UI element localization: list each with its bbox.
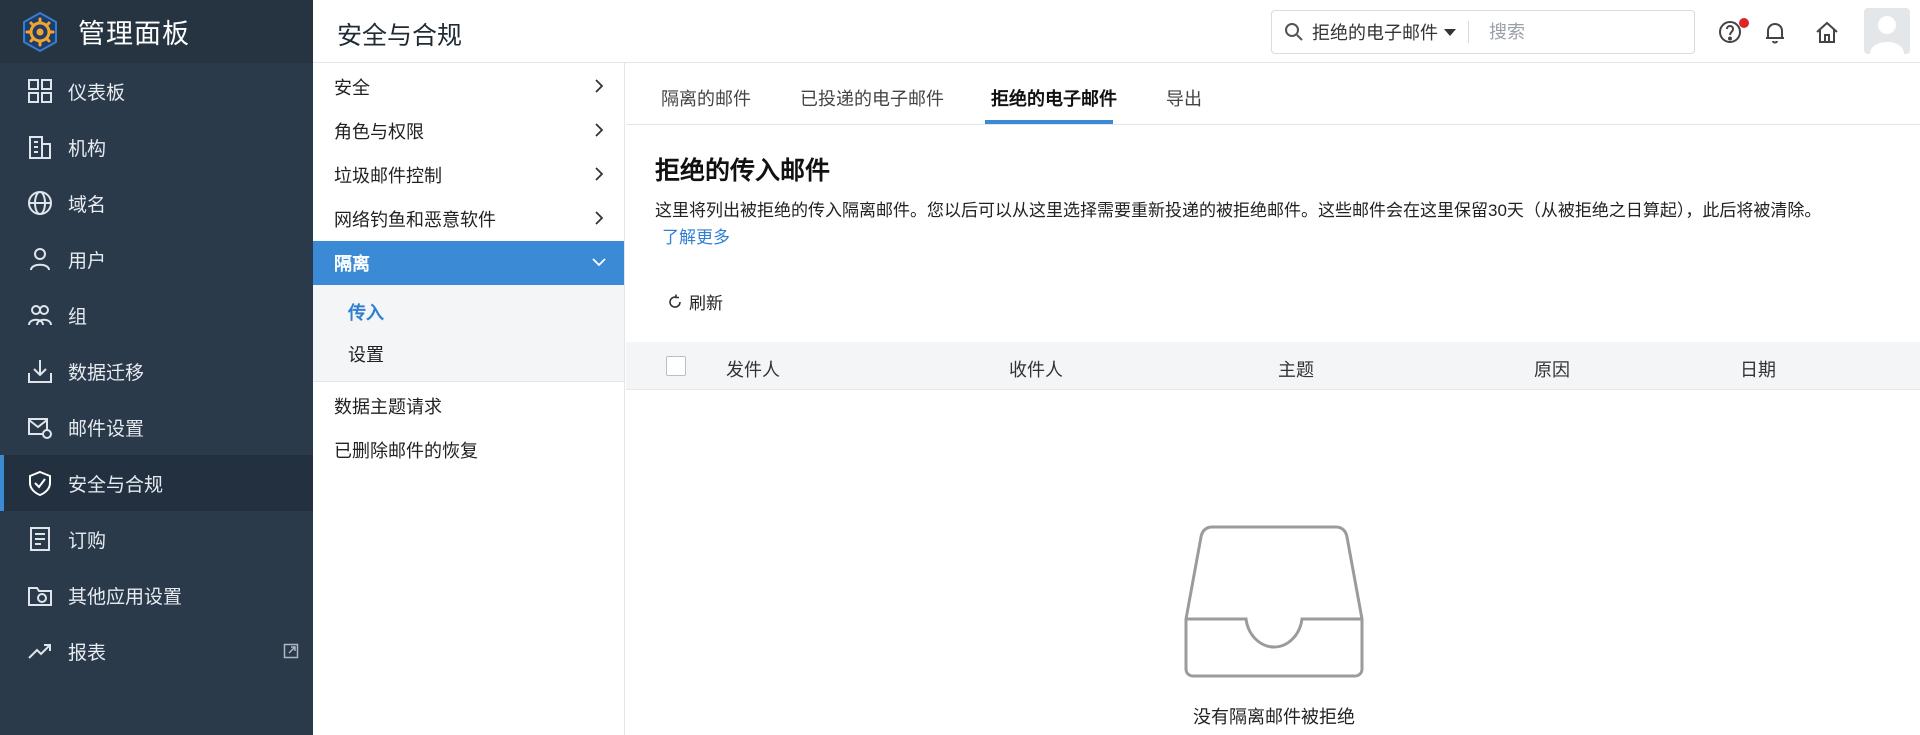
submenu-item-deleted-mail-recovery[interactable]: 已删除邮件的恢复 [313,428,624,472]
sidebar-item-label: 机构 [68,138,107,160]
sidebar-item-label: 用户 [68,250,107,272]
sidebar-item-label: 组 [68,306,88,328]
sidebar: 管理面板 仪表板 机构 域名 用户 组 数据迁移 邮件设置 安全与合规 订购 其… [0,0,313,735]
table-header: 发件人 收件人 主题 原因 日期 [626,342,1920,390]
search-icon [1285,23,1303,41]
app-title: 管理面板 [78,19,190,49]
submenu-item-label: 网络钓鱼和恶意软件 [334,210,496,230]
mail-gear-icon [26,413,54,441]
sidebar-item-label: 邮件设置 [68,418,145,440]
refresh-icon [669,294,681,308]
tab-quarantined-mail[interactable]: 隔离的邮件 [661,85,751,111]
sidebar-item-mail-settings[interactable]: 邮件设置 [0,399,313,455]
external-link-icon[interactable] [283,643,299,659]
sidebar-item-label: 其他应用设置 [68,586,183,608]
sidebar-item-label: 报表 [68,642,107,664]
column-header-sender[interactable]: 发件人 [726,356,780,382]
tab-bar: 隔离的邮件 已投递的电子邮件 拒绝的电子邮件 导出 [626,63,1920,125]
group-icon [26,301,54,329]
refresh-label: 刷新 [689,294,723,313]
column-header-date[interactable]: 日期 [1740,356,1776,382]
sidebar-item-label: 仪表板 [68,82,126,104]
subscription-icon [26,525,54,553]
notification-dot [1739,18,1749,28]
sidebar-item-label: 域名 [68,194,107,216]
chevron-right-icon [595,79,604,93]
column-header-reason[interactable]: 原因 [1534,356,1570,382]
tab-delivered-mail[interactable]: 已投递的电子邮件 [800,85,944,111]
empty-state-text: 没有隔离邮件被拒绝 [1193,707,1355,727]
section-description: 这里将列出被拒绝的传入隔离邮件。您以后可以从这里选择需要重新投递的被拒绝邮件。这… [655,197,1915,251]
tab-export[interactable]: 导出 [1166,85,1202,111]
bell-icon[interactable] [1761,18,1789,46]
search-scope-select[interactable]: 拒绝的电子邮件 [1312,19,1438,45]
submenu-item-data-subject-requests[interactable]: 数据主题请求 [313,384,624,428]
dashboard-icon [26,77,54,105]
sidebar-item-label: 订购 [68,530,107,552]
page-title: 安全与合规 [337,22,463,50]
submenu-child-incoming[interactable]: 传入 [313,291,624,333]
quarantine-children: 传入 设置 [313,285,624,382]
submenu-child-settings[interactable]: 设置 [313,333,624,375]
sidebar-item-data-migration[interactable]: 数据迁移 [0,343,313,399]
user-avatar-icon [1870,16,1904,54]
sidebar-item-organization[interactable]: 机构 [0,119,313,175]
sidebar-item-groups[interactable]: 组 [0,287,313,343]
user-icon [26,245,54,273]
chevron-down-icon[interactable] [1444,28,1456,36]
submenu-item-roles-permissions[interactable]: 角色与权限 [313,109,624,153]
submenu-item-security[interactable]: 安全 [313,65,624,109]
folder-gear-icon [26,581,54,609]
divider [1468,21,1469,43]
admin-logo-icon [23,11,57,52]
submenu-item-label: 垃圾邮件控制 [334,166,442,186]
chevron-right-icon [595,211,604,225]
sidebar-item-users[interactable]: 用户 [0,231,313,287]
description-text: 这里将列出被拒绝的传入隔离邮件。您以后可以从这里选择需要重新投递的被拒绝邮件。这… [655,201,1822,220]
active-tab-indicator [985,120,1113,124]
search-bar[interactable]: 拒绝的电子邮件 [1271,10,1695,54]
submenu-item-quarantine[interactable]: 隔离 [313,241,624,285]
submenu-item-label: 已删除邮件的恢复 [334,441,478,461]
section-title: 拒绝的传入邮件 [655,157,831,185]
column-header-recipient[interactable]: 收件人 [1009,356,1063,382]
sidebar-item-other-app-settings[interactable]: 其他应用设置 [0,567,313,623]
submenu-item-spam-control[interactable]: 垃圾邮件控制 [313,153,624,197]
sidebar-item-domains[interactable]: 域名 [0,175,313,231]
submenu-item-phishing-malware[interactable]: 网络钓鱼和恶意软件 [313,197,624,241]
sidebar-item-security-compliance[interactable]: 安全与合规 [0,455,313,511]
refresh-button[interactable]: 刷新 [666,289,723,314]
main-content: 隔离的邮件 已投递的电子邮件 拒绝的电子邮件 导出 拒绝的传入邮件 这里将列出被… [626,63,1920,735]
chevron-right-icon [595,123,604,137]
brand: 管理面板 [0,0,313,63]
learn-more-link[interactable]: 了解更多 [655,228,730,247]
sidebar-item-label: 数据迁移 [68,362,145,384]
chevron-down-icon [592,258,606,267]
trend-up-icon [26,637,54,665]
submenu-item-label: 安全 [334,78,370,98]
home-icon[interactable] [1813,18,1841,46]
sidebar-item-subscription[interactable]: 订购 [0,511,313,567]
building-icon [26,133,54,161]
globe-icon [26,189,54,217]
empty-inbox-icon [1184,525,1364,678]
chevron-right-icon [595,167,604,181]
header: 安全与合规 拒绝的电子邮件 [313,0,1920,63]
select-all-checkbox[interactable] [666,356,686,376]
sidebar-item-label: 安全与合规 [68,474,164,496]
sidebar-item-reports[interactable]: 报表 [0,623,313,679]
submenu-item-label: 角色与权限 [334,122,424,142]
search-input[interactable] [1489,21,1679,43]
submenu-item-label: 数据主题请求 [334,397,442,417]
security-submenu: 安全 角色与权限 垃圾邮件控制 网络钓鱼和恶意软件 隔离 传入 设置 数据主题请… [313,63,625,735]
shield-check-icon [26,469,54,497]
tab-rejected-mail[interactable]: 拒绝的电子邮件 [991,85,1117,111]
column-header-subject[interactable]: 主题 [1278,356,1314,382]
download-tray-icon [26,357,54,385]
avatar[interactable] [1864,8,1910,54]
sidebar-item-dashboard[interactable]: 仪表板 [0,63,313,119]
submenu-item-label: 隔离 [334,254,370,274]
